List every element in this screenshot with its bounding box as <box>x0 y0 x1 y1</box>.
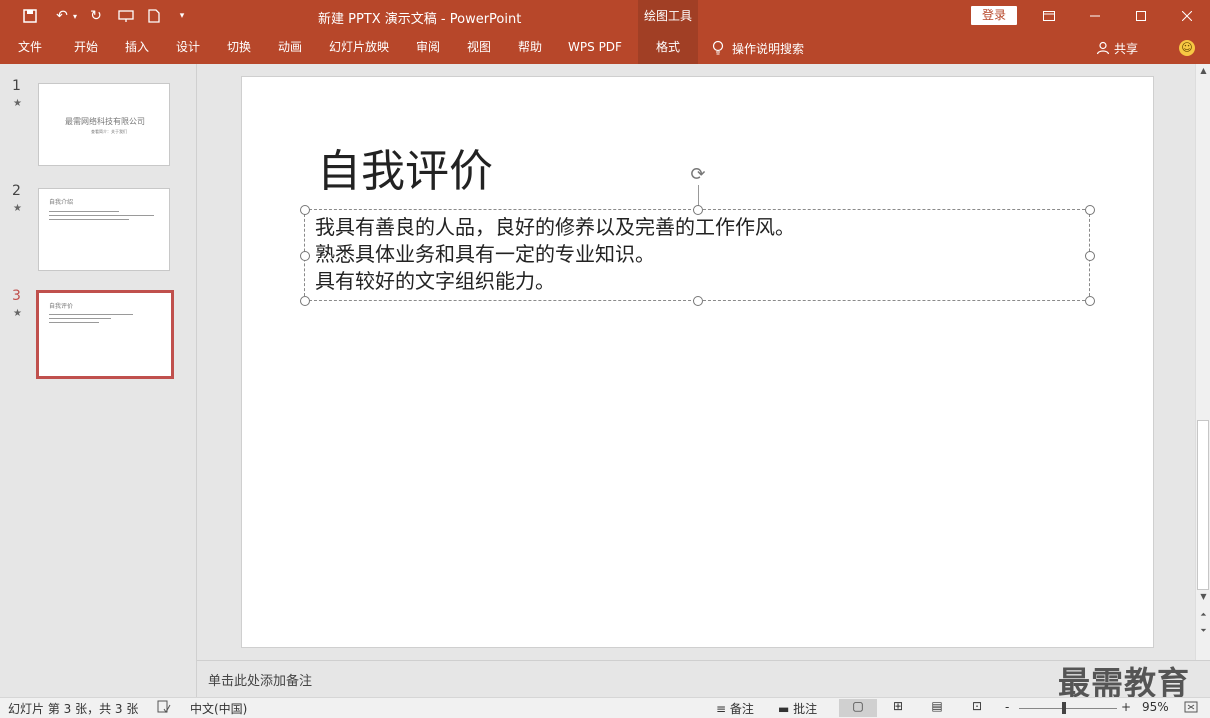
next-slide-icon[interactable]: ⏷ <box>1196 626 1210 636</box>
lightbulb-icon <box>712 40 724 55</box>
notes-icon: ≡ <box>716 702 727 716</box>
animation-star-icon: ★ <box>13 308 22 319</box>
resize-handle-bottom-left[interactable] <box>300 296 310 306</box>
animation-star-icon: ★ <box>13 203 22 214</box>
slide-thumbnail-3[interactable]: 自我评价 <box>36 290 174 379</box>
slide-thumbnail-1[interactable]: 最需网络科技有限公司 查看简介：关于我们 <box>38 83 170 166</box>
content-textbox[interactable]: 我具有善良的人品，良好的修养以及完善的工作作风。 熟悉具体业务和具有一定的专业知… <box>300 205 1095 306</box>
thumbnail-title: 自我介绍 <box>49 199 74 206</box>
maximize-icon[interactable] <box>1118 0 1164 32</box>
reading-view-icon[interactable]: ▤ <box>918 699 956 717</box>
status-bar: 幻灯片 第 3 张，共 3 张 中文(中国) ≡ 备注 ▬ 批注 ▢ ⊞ ▤ ⊡… <box>0 697 1210 718</box>
tab-view[interactable]: 视图 <box>455 32 503 64</box>
thumbnail-text-line <box>49 215 154 216</box>
customize-icon[interactable]: ▾ <box>170 6 194 26</box>
comment-icon: ▬ <box>778 702 790 716</box>
save-icon[interactable] <box>18 6 42 26</box>
tab-review[interactable]: 审阅 <box>404 32 452 64</box>
undo-dropdown-icon[interactable]: ▾ <box>70 6 80 26</box>
tab-transitions[interactable]: 切换 <box>215 32 263 64</box>
scroll-up-icon[interactable]: ▲ <box>1196 66 1210 75</box>
slide-thumbnail-panel: 1 ★ 最需网络科技有限公司 查看简介：关于我们 2 ★ 自我介绍 3 ★ 自我… <box>0 64 197 697</box>
tab-help[interactable]: 帮助 <box>506 32 554 64</box>
zoom-in-button[interactable]: + <box>1121 700 1131 714</box>
resize-handle-top[interactable] <box>693 205 703 215</box>
rotate-handle-icon[interactable]: ⟳ <box>688 165 708 185</box>
resize-handle-bottom-right[interactable] <box>1085 296 1095 306</box>
zoom-out-button[interactable]: - <box>1005 700 1009 714</box>
resize-handle-top-right[interactable] <box>1085 205 1095 215</box>
thumbnail-text-line <box>49 219 129 220</box>
person-icon <box>1096 41 1110 55</box>
minimize-icon[interactable] <box>1072 0 1118 32</box>
tab-animations[interactable]: 动画 <box>266 32 314 64</box>
resize-handle-top-left[interactable] <box>300 205 310 215</box>
slide-count-status: 幻灯片 第 3 张，共 3 张 <box>8 702 139 716</box>
slideshow-view-icon[interactable]: ⊡ <box>958 699 996 717</box>
zoom-slider-thumb[interactable] <box>1062 702 1066 714</box>
redo-icon[interactable]: ↻ <box>84 6 108 26</box>
drawing-tools-header: 绘图工具 <box>638 0 698 32</box>
scroll-down-icon[interactable]: ▼ <box>1196 592 1210 601</box>
content-line-2[interactable]: 熟悉具体业务和具有一定的专业知识。 <box>305 241 795 268</box>
thumbnail-number: 2 <box>12 183 21 199</box>
present-icon[interactable] <box>114 6 138 26</box>
tab-wps-pdf[interactable]: WPS PDF <box>562 32 628 64</box>
slide-thumbnail-2[interactable]: 自我介绍 <box>38 188 170 271</box>
resize-handle-right[interactable] <box>1085 251 1095 261</box>
share-label: 共享 <box>1114 41 1139 56</box>
title-bar: ↶ ▾ ↻ ▾ 新建 PPTX 演示文稿 - PowerPoint 绘图工具 登… <box>0 0 1210 32</box>
notes-label: 备注 <box>729 702 754 716</box>
zoom-slider[interactable] <box>1019 708 1117 709</box>
comments-toggle-button[interactable]: ▬ 批注 <box>778 700 817 717</box>
animation-star-icon: ★ <box>13 98 22 109</box>
thumbnail-text-line <box>49 322 99 323</box>
thumbnail-title: 自我评价 <box>49 303 74 310</box>
feedback-smiley-icon[interactable]: ☺ <box>1179 40 1195 56</box>
slide-editor: 自我评价 ⟳ 我具有善良的人品，良好的修养以及完善的工作作风。 熟悉具体业务和具… <box>197 64 1195 660</box>
new-file-icon[interactable] <box>142 6 166 26</box>
content-line-3[interactable]: 具有较好的文字组织能力。 <box>305 268 795 295</box>
search-label: 操作说明搜索 <box>732 41 805 56</box>
notes-placeholder[interactable]: 单击此处添加备注 <box>208 670 312 689</box>
resize-handle-bottom[interactable] <box>693 296 703 306</box>
tab-format[interactable]: 格式 <box>638 32 698 64</box>
ribbon-display-icon[interactable] <box>1026 0 1072 32</box>
spell-check-icon[interactable] <box>157 700 171 717</box>
slide-title[interactable]: 自我评价 <box>317 135 493 199</box>
thumbnail-number: 3 <box>12 288 21 304</box>
close-icon[interactable] <box>1164 0 1210 32</box>
thumbnail-text-line <box>49 314 133 315</box>
zoom-level[interactable]: 95% <box>1142 700 1169 714</box>
content-line-1[interactable]: 我具有善良的人品，良好的修养以及完善的工作作风。 <box>305 214 795 241</box>
share-button[interactable]: 共享 <box>1096 32 1138 64</box>
tab-slideshow[interactable]: 幻灯片放映 <box>322 32 396 64</box>
tab-home[interactable]: 开始 <box>62 32 110 64</box>
comments-label: 批注 <box>793 702 818 716</box>
tell-me-search[interactable]: 操作说明搜索 <box>712 32 804 64</box>
thumbnail-number: 1 <box>12 78 21 94</box>
window-title: 新建 PPTX 演示文稿 - PowerPoint <box>318 12 522 27</box>
thumbnail-text-line <box>49 211 119 212</box>
slide-canvas[interactable]: 自我评价 ⟳ 我具有善良的人品，良好的修养以及完善的工作作风。 熟悉具体业务和具… <box>241 76 1154 648</box>
login-button[interactable]: 登录 <box>971 6 1017 25</box>
vertical-scrollbar[interactable]: ▲ ▼ ⏶ ⏷ <box>1195 64 1210 660</box>
tab-file[interactable]: 文件 <box>6 32 54 64</box>
ribbon-tabs: 文件 开始 插入 设计 切换 动画 幻灯片放映 审阅 视图 帮助 WPS PDF… <box>0 32 1210 64</box>
scrollbar-thumb[interactable] <box>1197 420 1209 590</box>
thumbnail-title: 最需网络科技有限公司 <box>65 117 145 126</box>
slide-sorter-view-icon[interactable]: ⊞ <box>879 699 917 717</box>
notes-toggle-button[interactable]: ≡ 备注 <box>716 700 754 717</box>
previous-slide-icon[interactable]: ⏶ <box>1196 610 1210 620</box>
resize-handle-left[interactable] <box>300 251 310 261</box>
tab-insert[interactable]: 插入 <box>113 32 161 64</box>
thumbnail-text-line <box>49 318 111 319</box>
normal-view-icon[interactable]: ▢ <box>839 699 877 717</box>
fit-to-window-icon[interactable] <box>1184 700 1198 717</box>
language-status[interactable]: 中文(中国) <box>190 700 247 717</box>
tab-design[interactable]: 设计 <box>164 32 212 64</box>
thumbnail-subtitle: 查看简介：关于我们 <box>91 129 127 134</box>
